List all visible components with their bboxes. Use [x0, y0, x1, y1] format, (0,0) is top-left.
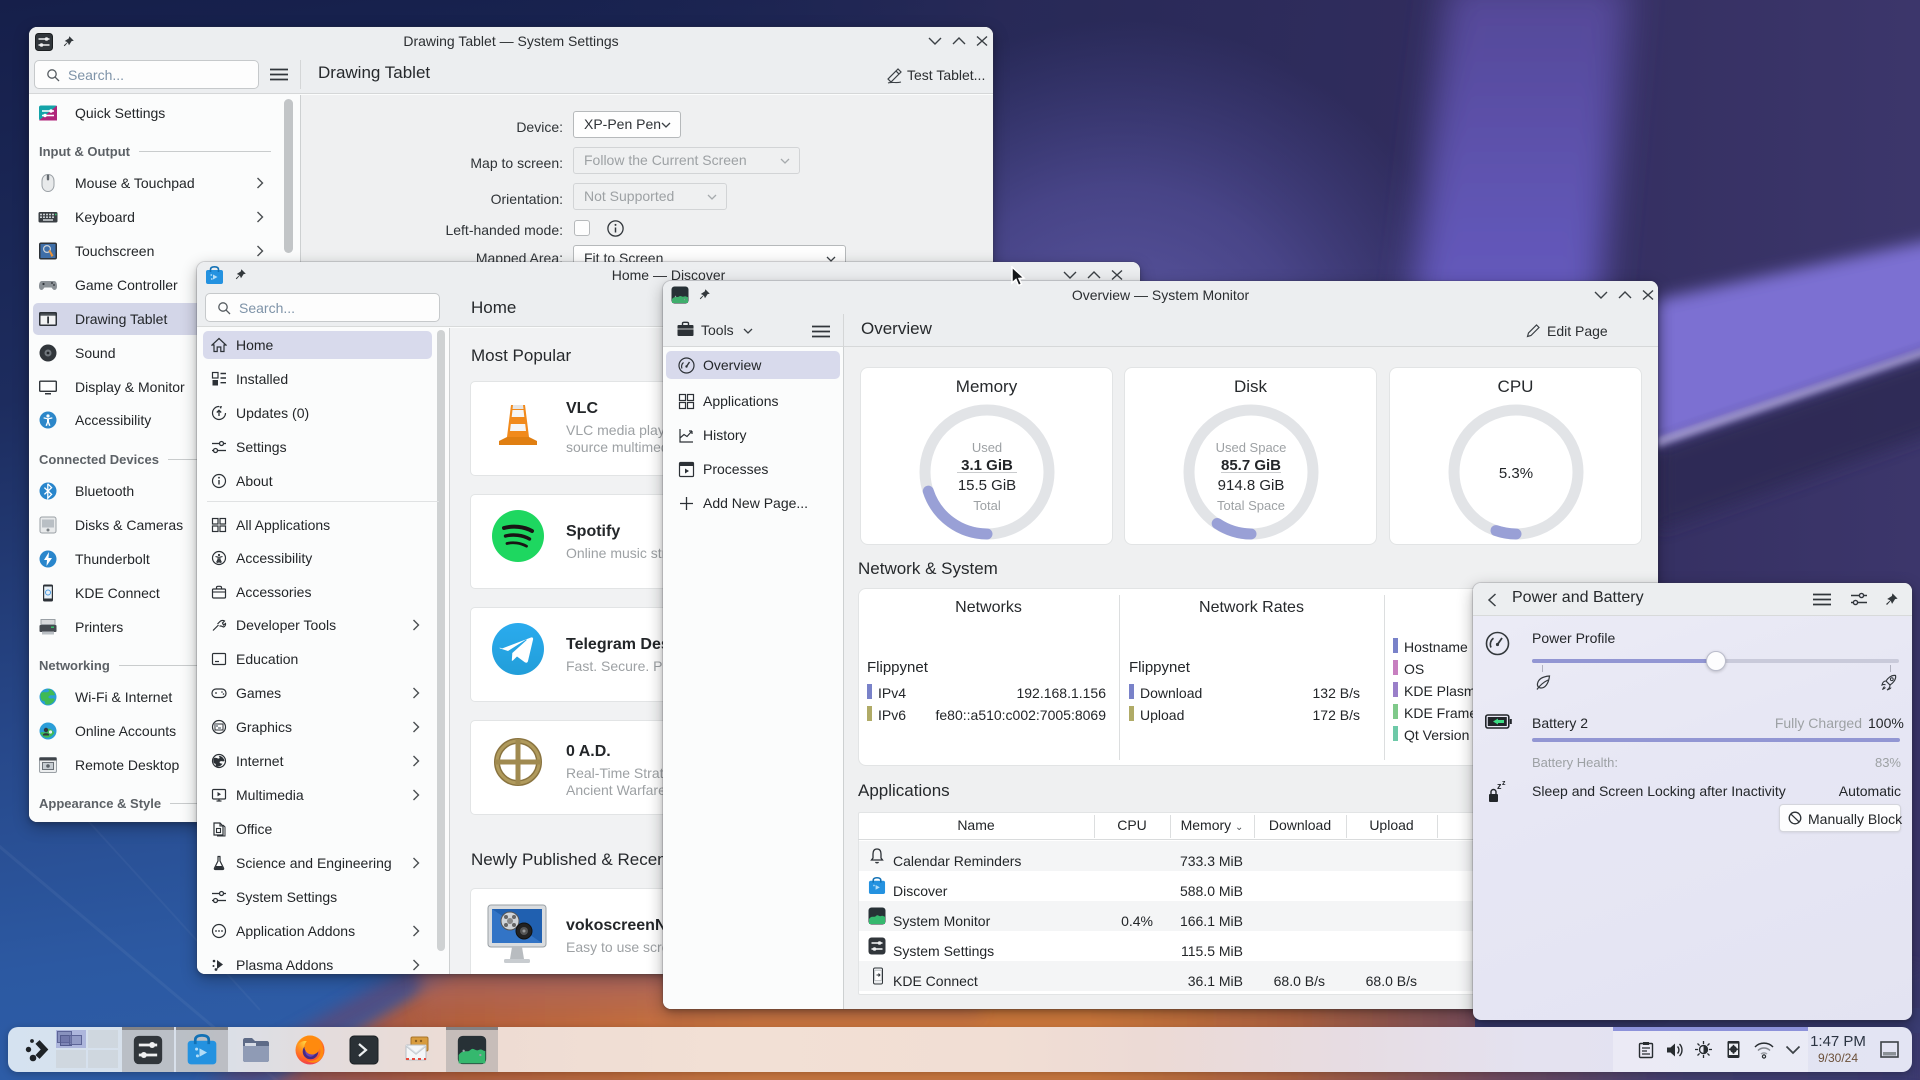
svg-text:z: z	[1502, 780, 1506, 787]
